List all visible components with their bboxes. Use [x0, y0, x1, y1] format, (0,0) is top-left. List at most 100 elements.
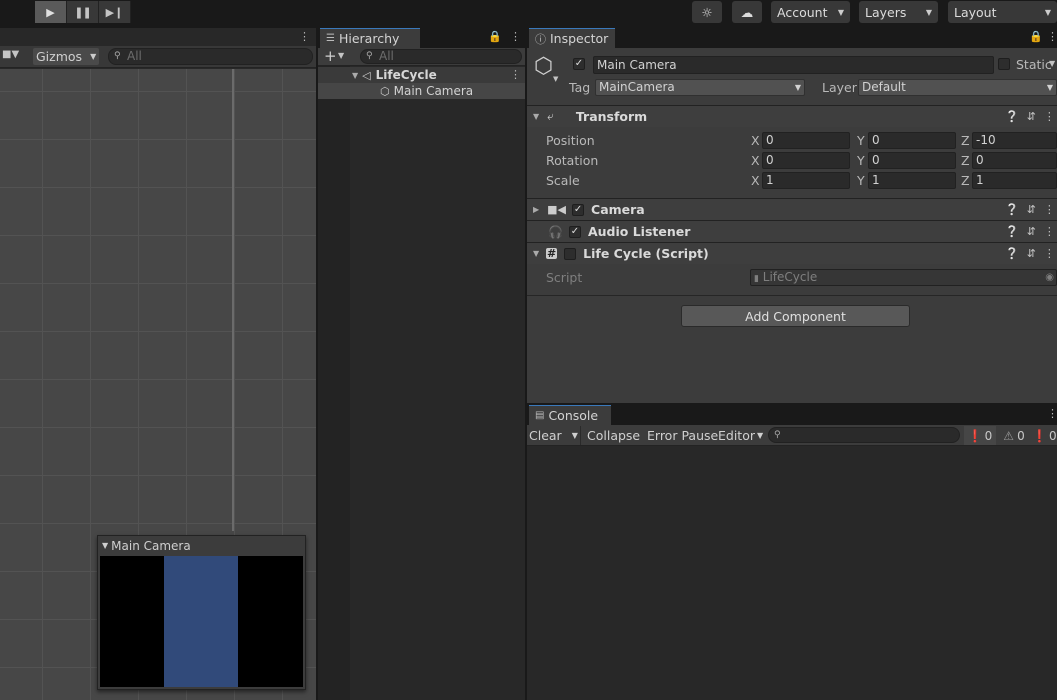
chevron-down-icon: ▼ [837, 7, 844, 17]
editor-label: Editor [718, 428, 755, 443]
z-label[interactable]: Z [961, 133, 970, 148]
script-header[interactable]: ▼ # Life Cycle (Script) ❔ ⇵ ⋮ [527, 242, 1057, 264]
tag-dropdown[interactable]: MainCamera ▼ [595, 79, 805, 96]
static-checkbox[interactable] [998, 58, 1010, 70]
warning-filter-toggle[interactable]: ⚠ 0 [999, 426, 1029, 445]
rotation-x-field[interactable]: 0 [762, 152, 850, 169]
add-component-button[interactable]: Add Component [681, 305, 910, 327]
y-label[interactable]: Y [857, 173, 865, 188]
preset-icon[interactable]: ⇵ [1027, 110, 1036, 123]
position-z-field[interactable]: -10 [972, 132, 1057, 149]
list-icon: ☰ [326, 33, 335, 44]
camera-header[interactable]: ▶ ■◀ ✓ Camera ❔ ⇵ ⋮ [527, 198, 1057, 220]
collapse-toggle[interactable]: Collapse [587, 428, 640, 443]
kebab-icon[interactable]: ⋮ [1044, 203, 1055, 216]
account-dropdown[interactable]: Account ▼ [771, 1, 850, 23]
add-icon[interactable]: + [324, 47, 337, 65]
lock-icon[interactable]: 🔒 [488, 30, 502, 43]
rotation-z-field[interactable]: 0 [972, 152, 1057, 169]
step-button[interactable]: ▶❙ [99, 1, 131, 23]
help-icon[interactable]: ❔ [1005, 110, 1019, 123]
help-icon[interactable]: ❔ [1005, 203, 1019, 216]
scene-search-input[interactable]: ⚲ All [108, 48, 313, 65]
console-tabbar: ▤ Console ⋮ [527, 405, 1057, 425]
cloud-button[interactable]: ☁ [732, 1, 762, 23]
search-icon: ⚲ [774, 430, 781, 440]
script-enabled-checkbox[interactable] [564, 247, 577, 260]
log-filter-toggle[interactable]: ❗ 0 [964, 426, 996, 445]
foldout-icon[interactable]: ▼ [533, 112, 539, 121]
position-x-field[interactable]: 0 [762, 132, 850, 149]
play-icon: ▶ [46, 5, 55, 19]
kebab-icon[interactable]: ⋮ [510, 68, 521, 81]
x-label[interactable]: X [751, 133, 760, 148]
y-label[interactable]: Y [857, 133, 865, 148]
info-icon: ❗ [967, 428, 983, 443]
tab-console[interactable]: ▤ Console [529, 405, 611, 425]
foldout-icon[interactable]: ▼ [352, 71, 358, 80]
console-search-input[interactable]: ⚲ [768, 427, 960, 443]
help-icon[interactable]: ❔ [1005, 225, 1019, 238]
tab-hierarchy[interactable]: ☰ Hierarchy [320, 28, 420, 48]
active-checkbox[interactable]: ✓ [573, 58, 585, 70]
camera-enabled-checkbox[interactable]: ✓ [572, 203, 585, 216]
z-label[interactable]: Z [961, 173, 970, 188]
y-label[interactable]: Y [857, 153, 865, 168]
editor-dropdown[interactable]: Editor ▼ [718, 426, 764, 445]
chevron-down-icon[interactable]: ▼ [553, 75, 558, 83]
x-label[interactable]: X [751, 173, 760, 188]
transform-header[interactable]: ▼ ⤶ Transform ❔ ⇵ ⋮ [527, 105, 1057, 127]
chevron-down-icon[interactable]: ▼ [338, 51, 344, 60]
kebab-icon[interactable]: ⋮ [1044, 225, 1055, 238]
foldout-icon[interactable]: ▼ [533, 249, 539, 258]
audio-enabled-checkbox[interactable]: ✓ [568, 225, 581, 238]
preset-icon[interactable]: ⇵ [1027, 225, 1036, 238]
scale-z-field[interactable]: 1 [972, 172, 1057, 189]
console-panel: ▤ Console ⋮ Clear ▼ Collapse Error Pause… [527, 405, 1057, 700]
z-label[interactable]: Z [961, 153, 970, 168]
hierarchy-search-input[interactable]: ⚲ All [360, 49, 522, 64]
kebab-icon[interactable]: ⋮ [510, 30, 521, 43]
object-name-field[interactable]: Main Camera [593, 56, 994, 74]
kebab-icon[interactable]: ⋮ [1044, 110, 1055, 123]
hierarchy-item-main-camera[interactable]: ⬡ Main Camera [318, 83, 525, 99]
collab-button[interactable]: ☼ [692, 1, 722, 23]
camera-preview-image [100, 556, 303, 687]
rotation-label: Rotation [546, 153, 599, 168]
preset-icon[interactable]: ⇵ [1027, 203, 1036, 216]
cube-icon: ⬡ [380, 84, 390, 98]
gizmos-dropdown[interactable]: Gizmos ▼ [33, 48, 99, 65]
audio-listener-header[interactable]: 🎧 ✓ Audio Listener ❔ ⇵ ⋮ [527, 220, 1057, 242]
chevron-down-icon[interactable]: ▼ [1049, 59, 1055, 68]
hierarchy-item-lifecycle[interactable]: ▼ ◁ LifeCycle ⋮ [318, 67, 525, 83]
kebab-icon[interactable]: ⋮ [299, 30, 310, 43]
camera-icon[interactable]: ■▼ [2, 49, 19, 60]
static-label: Static [1016, 57, 1052, 72]
rotation-y-field[interactable]: 0 [868, 152, 956, 169]
foldout-right-icon[interactable]: ▶ [533, 205, 539, 214]
target-icon[interactable]: ◉ [1045, 270, 1054, 285]
help-icon[interactable]: ❔ [1005, 247, 1019, 260]
layers-dropdown[interactable]: Layers ▼ [859, 1, 938, 23]
kebab-icon[interactable]: ⋮ [1044, 247, 1055, 260]
tab-inspector[interactable]: ⓘ Inspector [529, 28, 615, 48]
scale-x-field[interactable]: 1 [762, 172, 850, 189]
clear-button[interactable]: Clear ▼ [529, 426, 581, 445]
position-y-field[interactable]: 0 [868, 132, 956, 149]
chevron-down-icon[interactable]: ▼ [572, 431, 578, 440]
kebab-icon[interactable]: ⋮ [1047, 407, 1057, 420]
scale-y-field[interactable]: 1 [868, 172, 956, 189]
preset-icon[interactable]: ⇵ [1027, 247, 1036, 260]
foldout-icon[interactable]: ▼ [102, 541, 108, 550]
gameobject-icon[interactable]: ⬡ [534, 54, 553, 79]
x-label[interactable]: X [751, 153, 760, 168]
play-controls: ▶ ❚❚ ▶❙ [35, 1, 131, 23]
layer-dropdown[interactable]: Default ▼ [858, 79, 1057, 96]
error-pause-toggle[interactable]: Error Pause [647, 428, 718, 443]
error-filter-toggle[interactable]: ❗ 0 [1032, 426, 1057, 445]
lock-icon[interactable]: 🔒 [1029, 30, 1043, 43]
kebab-icon[interactable]: ⋮ [1047, 30, 1057, 43]
pause-button[interactable]: ❚❚ [67, 1, 99, 23]
play-button[interactable]: ▶ [35, 1, 67, 23]
layout-dropdown[interactable]: Layout ▼ [948, 1, 1057, 23]
